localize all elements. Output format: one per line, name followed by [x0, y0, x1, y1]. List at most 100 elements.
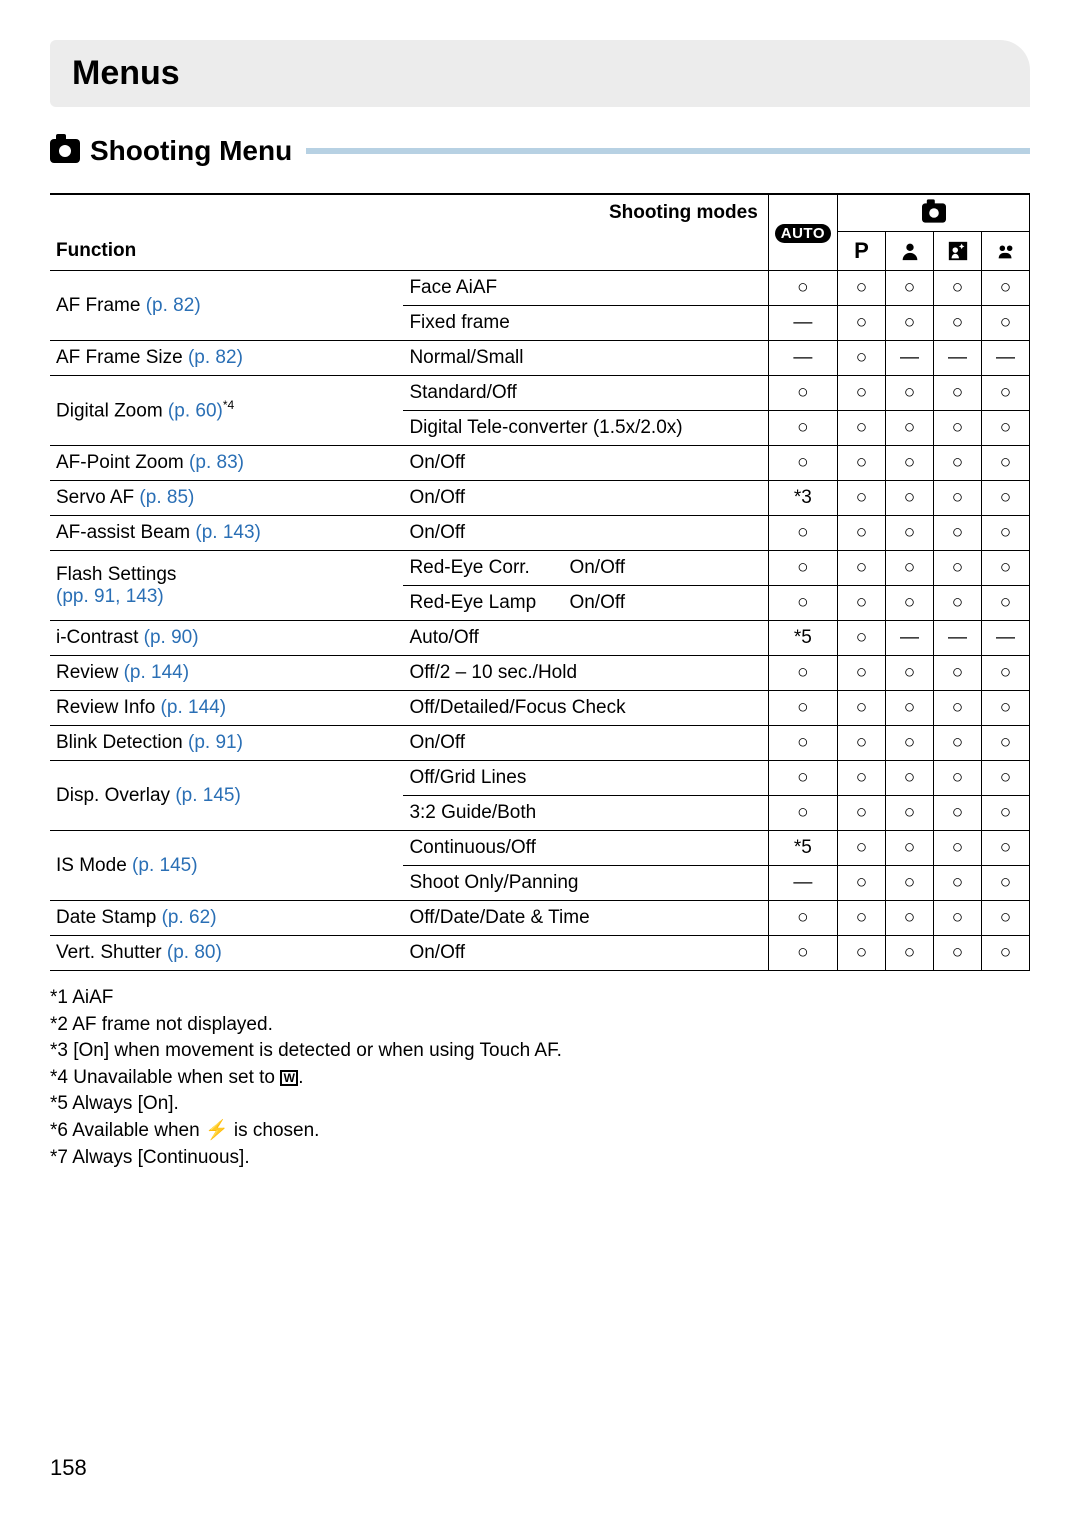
- table-cell: —: [982, 341, 1030, 376]
- table-row-func: Servo AF (p. 85): [50, 481, 403, 516]
- table-cell: ○: [886, 586, 934, 621]
- table-row-option: Off/2 – 10 sec./Hold: [403, 656, 768, 691]
- page-title: Menus: [50, 40, 1030, 107]
- table-cell: ○: [934, 901, 982, 936]
- table-cell: ○: [934, 761, 982, 796]
- table-cell: ○: [768, 936, 837, 971]
- footnotes: *1 AiAF*2 AF frame not displayed.*3 [On]…: [50, 985, 1030, 1171]
- table-cell: ○: [982, 866, 1030, 901]
- table-row-func: Vert. Shutter (p. 80): [50, 936, 403, 971]
- table-cell: ○: [768, 411, 837, 446]
- table-cell: ○: [982, 271, 1030, 306]
- table-cell: ○: [934, 516, 982, 551]
- table-row-func: Date Stamp (p. 62): [50, 901, 403, 936]
- table-row-func: Review (p. 144): [50, 656, 403, 691]
- section-divider: [306, 148, 1030, 154]
- table-cell: ○: [768, 656, 837, 691]
- table-cell: *5: [768, 831, 837, 866]
- table-row-func: Review Info (p. 144): [50, 691, 403, 726]
- table-cell: ○: [982, 901, 1030, 936]
- table-cell: ○: [768, 551, 837, 586]
- table-cell: ○: [886, 551, 934, 586]
- table-cell: ○: [768, 376, 837, 411]
- table-row-suboption: On/Off: [563, 551, 768, 586]
- mode-kids-pets-icon: [982, 232, 1030, 271]
- table-cell: —: [768, 306, 837, 341]
- table-cell: ○: [982, 551, 1030, 586]
- table-cell: ○: [838, 866, 886, 901]
- table-cell: ○: [982, 796, 1030, 831]
- footnote: *4 Unavailable when set to W.: [50, 1065, 1030, 1092]
- table-row-option: Fixed frame: [403, 306, 768, 341]
- table-cell: *3: [768, 481, 837, 516]
- table-cell: ○: [886, 796, 934, 831]
- table-cell: ○: [886, 516, 934, 551]
- footnote: *3 [On] when movement is detected or whe…: [50, 1038, 1030, 1065]
- table-row-option: Continuous/Off: [403, 831, 768, 866]
- table-cell: ○: [934, 271, 982, 306]
- table-cell: ○: [886, 866, 934, 901]
- table-cell: ○: [982, 691, 1030, 726]
- table-cell: ○: [768, 446, 837, 481]
- table-cell: ○: [838, 621, 886, 656]
- table-cell: ○: [838, 656, 886, 691]
- table-cell: ○: [886, 446, 934, 481]
- table-row-func: i-Contrast (p. 90): [50, 621, 403, 656]
- table-cell: ○: [838, 726, 886, 761]
- table-cell: ○: [886, 376, 934, 411]
- table-cell: —: [886, 621, 934, 656]
- table-row-func: AF Frame (p. 82): [50, 271, 403, 341]
- table-cell: ○: [768, 726, 837, 761]
- mode-night-snapshot-icon: [934, 232, 982, 271]
- table-cell: *5: [768, 621, 837, 656]
- table-row-option: On/Off: [403, 516, 768, 551]
- table-cell: ○: [838, 936, 886, 971]
- table-cell: ○: [838, 901, 886, 936]
- table-cell: ○: [982, 831, 1030, 866]
- table-cell: ○: [934, 481, 982, 516]
- table-cell: ○: [934, 586, 982, 621]
- table-cell: ○: [886, 726, 934, 761]
- table-cell: ○: [768, 761, 837, 796]
- table-cell: ○: [982, 516, 1030, 551]
- table-cell: ○: [934, 411, 982, 446]
- table-cell: ○: [838, 306, 886, 341]
- table-cell: ○: [934, 936, 982, 971]
- table-cell: ○: [838, 551, 886, 586]
- shooting-menu-table: Shooting modesAUTOFunctionPAF Frame (p. …: [50, 193, 1030, 971]
- table-cell: ○: [886, 901, 934, 936]
- table-cell: ○: [934, 376, 982, 411]
- table-cell: ○: [982, 761, 1030, 796]
- table-cell: ○: [886, 411, 934, 446]
- table-cell: ○: [886, 761, 934, 796]
- table-cell: ○: [838, 271, 886, 306]
- table-row-option: Red-Eye Corr.: [403, 551, 563, 586]
- table-cell: ○: [934, 306, 982, 341]
- table-cell: ○: [838, 411, 886, 446]
- mode-P-icon: P: [838, 232, 886, 271]
- table-cell: ○: [886, 656, 934, 691]
- table-row-func: Disp. Overlay (p. 145): [50, 761, 403, 831]
- table-cell: ○: [768, 586, 837, 621]
- table-cell: ○: [934, 446, 982, 481]
- table-row-option: Red-Eye Lamp: [403, 586, 563, 621]
- section-title-text: Shooting Menu: [90, 135, 292, 167]
- section-header: Shooting Menu: [50, 135, 1030, 167]
- table-row-option: On/Off: [403, 481, 768, 516]
- table-cell: ○: [768, 271, 837, 306]
- table-cell: ○: [886, 481, 934, 516]
- table-row-func: IS Mode (p. 145): [50, 831, 403, 901]
- table-cell: ○: [982, 411, 1030, 446]
- table-cell: ○: [838, 831, 886, 866]
- table-cell: ○: [982, 726, 1030, 761]
- table-cell: ○: [838, 796, 886, 831]
- table-cell: —: [982, 621, 1030, 656]
- table-cell: ○: [886, 831, 934, 866]
- table-row-func: AF Frame Size (p. 82): [50, 341, 403, 376]
- table-cell: ○: [838, 516, 886, 551]
- table-cell: ○: [768, 691, 837, 726]
- table-cell: ○: [934, 726, 982, 761]
- table-cell: ○: [934, 656, 982, 691]
- mode-auto-icon: AUTO: [768, 194, 837, 271]
- footnote: *7 Always [Continuous].: [50, 1145, 1030, 1172]
